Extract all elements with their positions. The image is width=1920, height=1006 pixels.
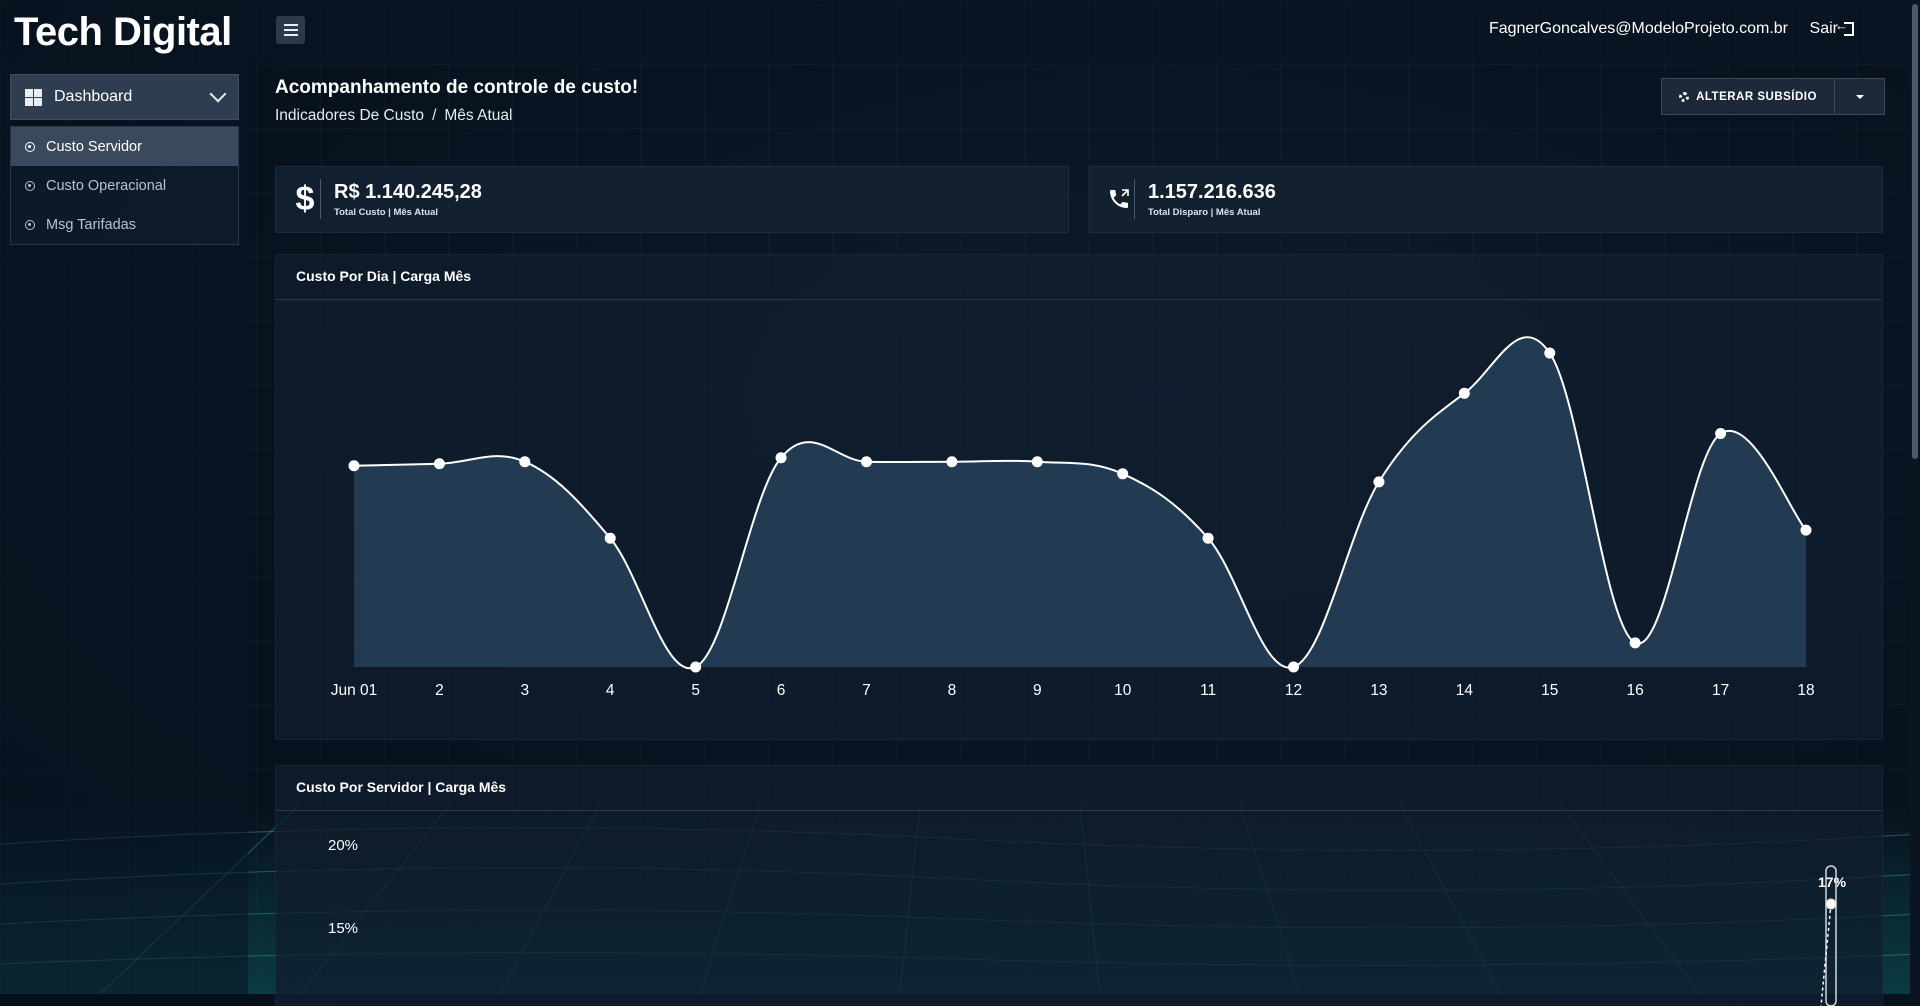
circle-dot-icon	[25, 141, 35, 152]
data-point[interactable]	[1629, 637, 1641, 649]
chart-panel-custo-dia: Custo Por Dia | Carga Mês Jun 01 2 3 4 5 6 7 8 9…	[275, 254, 1883, 740]
x-tick-label: 3	[521, 682, 530, 699]
stat-label: Total Disparo | Mês Atual	[1148, 207, 1261, 218]
subsidy-button-group: ALTERAR SUBSÍDIO	[1661, 78, 1885, 115]
hamburger-icon	[283, 24, 298, 26]
dropdown-toggle-button[interactable]	[1835, 78, 1885, 115]
data-point[interactable]	[1373, 476, 1385, 488]
stat-card-total-custo: $ R$ 1.140.245,28 Total Custo | Mês Atua…	[275, 166, 1069, 233]
alterar-subsidio-label: ALTERAR SUBSÍDIO	[1696, 90, 1817, 103]
sidebar-item-custo-servidor[interactable]: Custo Servidor	[11, 127, 238, 166]
x-tick-label: 13	[1370, 682, 1387, 699]
brand-logo: Tech Digital	[14, 10, 232, 54]
x-tick-label: 16	[1627, 682, 1644, 699]
x-tick-label: 18	[1797, 682, 1814, 699]
logout-button[interactable]: Sair	[1809, 18, 1854, 38]
data-point[interactable]	[1458, 387, 1470, 399]
sidebar-menu: Dashboard Custo Servidor Custo Operacion…	[10, 74, 239, 245]
data-point[interactable]	[946, 456, 958, 468]
data-point[interactable]	[1800, 524, 1812, 536]
data-point[interactable]	[1715, 428, 1727, 440]
sidebar-item-label: Custo Servidor	[46, 138, 142, 155]
data-point[interactable]	[775, 452, 787, 464]
stat-label: Total Custo | Mês Atual	[334, 207, 438, 218]
x-tick-label: 12	[1285, 682, 1302, 699]
logout-label: Sair	[1809, 20, 1838, 37]
dashboard-menu-toggle[interactable]: Dashboard	[10, 74, 239, 120]
dollar-icon: $	[290, 179, 321, 219]
gear-icon	[1679, 91, 1690, 102]
alterar-subsidio-button[interactable]: ALTERAR SUBSÍDIO	[1661, 78, 1835, 115]
x-tick-label: Jun 01	[331, 682, 378, 699]
logout-icon	[1835, 18, 1854, 36]
data-point[interactable]	[519, 456, 531, 468]
phone-icon	[1104, 179, 1135, 219]
stat-value: 1.157.216.636	[1148, 181, 1276, 203]
data-point[interactable]	[1202, 532, 1214, 544]
x-tick-label: 10	[1114, 682, 1132, 699]
sidebar-item-label: Custo Operacional	[46, 177, 167, 194]
scrollbar-thumb[interactable]	[1912, 4, 1918, 459]
data-point[interactable]	[604, 532, 616, 544]
data-point[interactable]	[433, 458, 445, 470]
dashboard-menu-label: Dashboard	[54, 88, 133, 105]
x-tick-label: 14	[1456, 682, 1474, 699]
sidebar-item-msg-tarifadas[interactable]: Msg Tarifadas	[11, 205, 238, 244]
dashboard-icon	[25, 88, 42, 106]
breadcrumb-current: Mês Atual	[444, 107, 513, 124]
stat-card-total-disparo: 1.157.216.636 Total Disparo | Mês Atual	[1089, 166, 1883, 233]
area-fill	[354, 337, 1806, 669]
x-tick-label: 8	[948, 682, 957, 699]
data-point[interactable]	[348, 460, 360, 472]
breadcrumb-separator: /	[432, 107, 437, 124]
data-point[interactable]	[1288, 661, 1300, 673]
sidebar: Tech Digital Dashboard Custo Servidor Cu…	[0, 0, 248, 994]
stat-value: R$ 1.140.245,28	[334, 181, 482, 203]
x-tick-label: 2	[435, 682, 444, 699]
data-point[interactable]	[1544, 347, 1556, 359]
x-tick-label: 9	[1033, 682, 1042, 699]
sidebar-item-label: Msg Tarifadas	[46, 216, 136, 233]
sidebar-item-custo-operacional[interactable]: Custo Operacional	[11, 166, 238, 205]
circle-dot-icon	[25, 219, 35, 230]
data-point[interactable]	[690, 661, 702, 673]
page-title: Acompanhamento de controle de custo!	[275, 77, 639, 98]
circle-dot-icon	[25, 180, 35, 191]
breadcrumb: Indicadores De Custo / Mês Atual	[275, 107, 512, 125]
dashboard-submenu: Custo Servidor Custo Operacional Msg Tar…	[10, 126, 239, 245]
user-email: FagnerGoncalves@ModeloProjeto.com.br	[1488, 20, 1788, 37]
caret-down-icon	[1855, 94, 1864, 99]
page-scrollbar[interactable]	[1910, 0, 1920, 994]
chart-panel-custo-servidor: Custo Por Servidor | Carga Mês 20% 15% 1…	[275, 765, 1883, 1006]
data-point[interactable]	[1031, 456, 1043, 468]
x-tick-label: 7	[862, 682, 871, 699]
data-point[interactable]	[1117, 468, 1129, 480]
area-chart: Jun 01 2 3 4 5 6 7 8 9 10 11 12 13 14 15 16 17 18	[331, 336, 1815, 699]
line-chart-partial	[1820, 865, 1837, 1006]
data-point[interactable]	[860, 456, 872, 468]
x-tick-label: 17	[1712, 682, 1729, 699]
x-tick-label: 15	[1541, 682, 1558, 699]
chevron-down-icon	[209, 85, 227, 103]
x-tick-label: 5	[691, 682, 700, 699]
x-tick-label: 4	[606, 682, 615, 699]
x-tick-label: 6	[777, 682, 786, 699]
breadcrumb-item[interactable]: Indicadores De Custo	[275, 107, 424, 125]
menu-toggle-button[interactable]	[276, 16, 305, 44]
x-tick-label: 11	[1200, 682, 1216, 699]
